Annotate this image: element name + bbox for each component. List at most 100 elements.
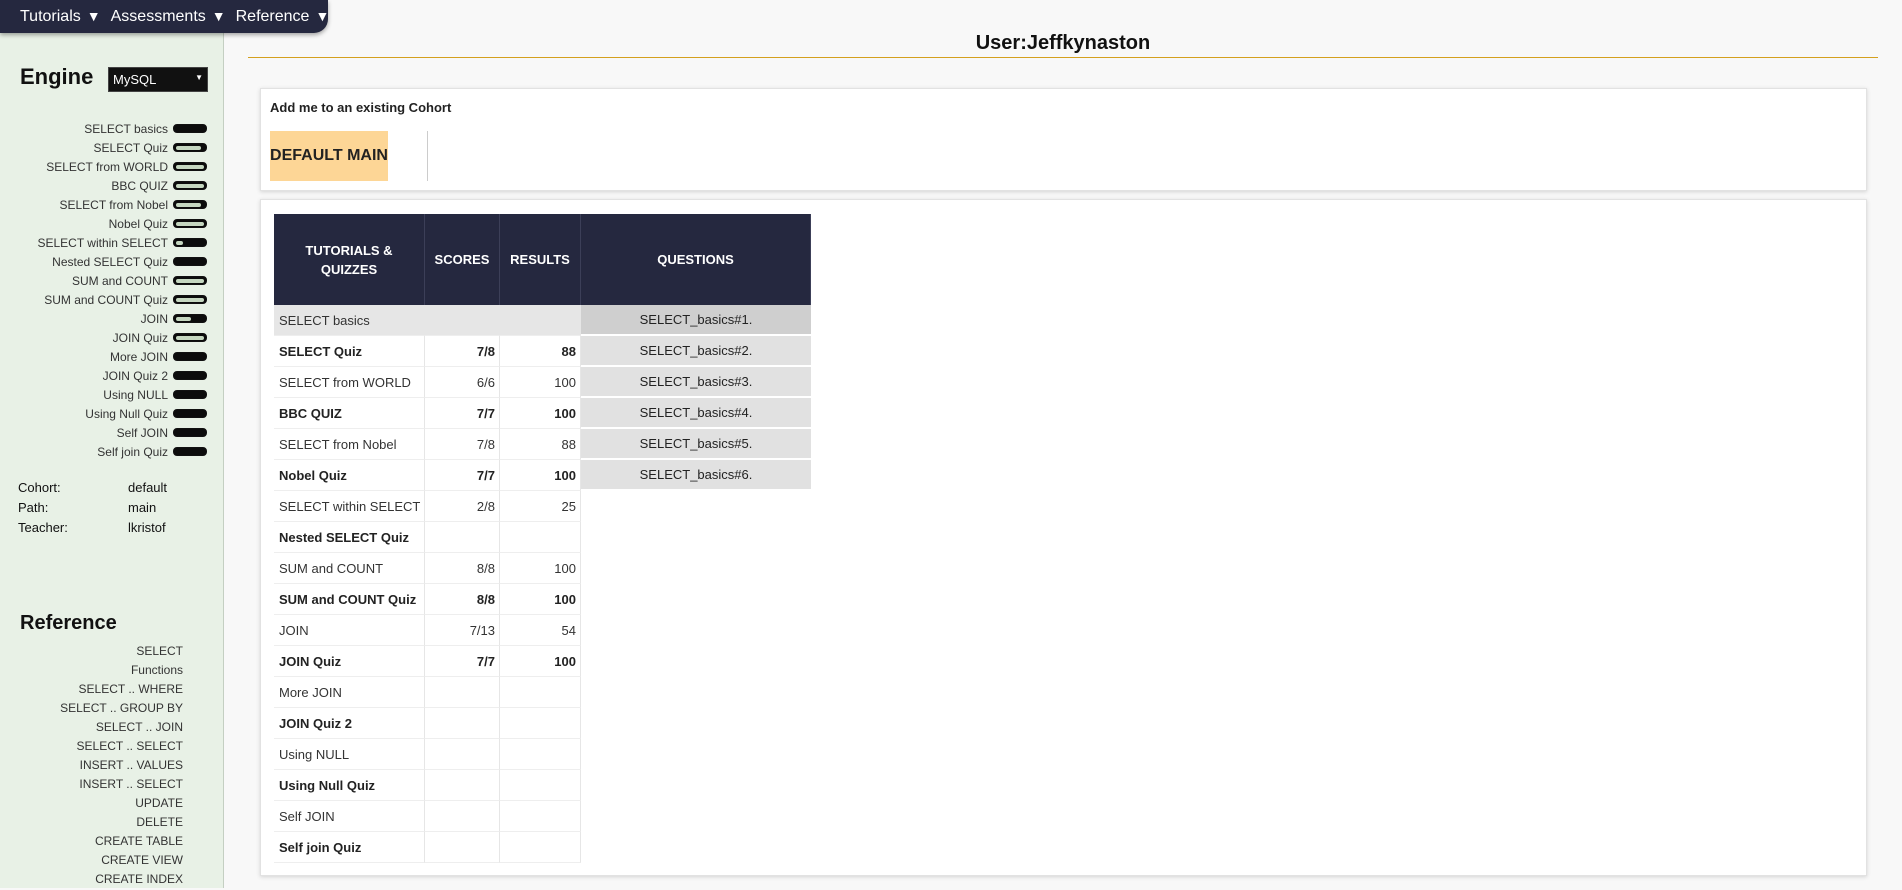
tutorial-name-cell[interactable]: Nested SELECT Quiz	[274, 522, 425, 553]
tutorial-name-cell[interactable]: JOIN	[274, 615, 425, 646]
tutorial-name-cell[interactable]: JOIN Quiz 2	[274, 708, 425, 739]
header-tutorials-line1: TUTORIALS &	[305, 242, 393, 258]
tutorial-label[interactable]: More JOIN	[110, 350, 168, 364]
tutorial-item[interactable]: SUM and COUNT Quiz	[38, 290, 207, 309]
tutorial-name-cell[interactable]: SUM and COUNT	[274, 553, 425, 584]
tutorial-label[interactable]: SELECT within SELECT	[38, 236, 169, 250]
table-row[interactable]: SUM and COUNT 8/8 100	[274, 553, 811, 584]
tutorial-label[interactable]: Self join Quiz	[97, 445, 168, 459]
tutorial-item[interactable]: Nobel Quiz	[38, 214, 207, 233]
tutorial-item[interactable]: SELECT from Nobel	[38, 195, 207, 214]
tutorial-label[interactable]: JOIN Quiz 2	[103, 369, 168, 383]
tutorial-name-cell[interactable]: SUM and COUNT Quiz	[274, 584, 425, 615]
table-row[interactable]: JOIN Quiz 7/7 100	[274, 646, 811, 677]
tutorial-name-cell[interactable]: Self JOIN	[274, 801, 425, 832]
tutorial-item[interactable]: JOIN Quiz 2	[38, 366, 207, 385]
tutorial-name-cell[interactable]: SELECT from Nobel	[274, 429, 425, 460]
tutorial-label[interactable]: Self JOIN	[117, 426, 168, 440]
table-row[interactable]: JOIN Quiz 2	[274, 708, 811, 739]
header-questions: QUESTIONS	[581, 214, 811, 305]
progress-bar	[173, 238, 207, 247]
table-row[interactable]: SUM and COUNT Quiz 8/8 100	[274, 584, 811, 615]
tutorial-label[interactable]: SELECT Quiz	[94, 141, 168, 155]
default-main-button[interactable]: DEFAULT MAIN	[270, 131, 388, 181]
tutorial-name-cell[interactable]: Using NULL	[274, 739, 425, 770]
table-row[interactable]: Using Null Quiz	[274, 770, 811, 801]
question-link[interactable]: SELECT_basics#4.	[581, 398, 811, 427]
table-row[interactable]: More JOIN	[274, 677, 811, 708]
reference-link[interactable]: UPDATE	[60, 795, 183, 814]
reference-link[interactable]: SELECT .. JOIN	[60, 719, 183, 738]
question-link[interactable]: SELECT_basics#3.	[581, 367, 811, 396]
tutorial-label[interactable]: Nested SELECT Quiz	[52, 255, 168, 269]
reference-link[interactable]: Functions	[60, 662, 183, 681]
tutorial-label[interactable]: BBC QUIZ	[111, 179, 168, 193]
reference-link[interactable]: SELECT .. WHERE	[60, 681, 183, 700]
info-key: Teacher:	[18, 520, 68, 535]
tutorial-name-cell[interactable]: Using Null Quiz	[274, 770, 425, 801]
progress-bar	[173, 124, 207, 133]
reference-link[interactable]: CREATE VIEW	[60, 852, 183, 871]
tutorial-item[interactable]: SELECT within SELECT	[38, 233, 207, 252]
reference-link[interactable]: SELECT .. SELECT	[60, 738, 183, 757]
result-cell: 54	[500, 615, 581, 646]
tutorial-item[interactable]: SELECT Quiz	[38, 138, 207, 157]
table-row[interactable]: JOIN 7/13 54	[274, 615, 811, 646]
reference-link[interactable]: CREATE TABLE	[60, 833, 183, 852]
tutorial-item[interactable]: Self JOIN	[38, 423, 207, 442]
reference-link[interactable]: INSERT .. SELECT	[60, 776, 183, 795]
tutorial-name-cell[interactable]: SELECT within SELECT	[274, 491, 425, 522]
tutorial-item[interactable]: SELECT from WORLD	[38, 157, 207, 176]
tutorial-item[interactable]: SUM and COUNT	[38, 271, 207, 290]
cohort-info: Cohort: default Path: main Teacher: lkristof	[18, 480, 167, 540]
tutorial-item[interactable]: JOIN Quiz	[38, 328, 207, 347]
tutorial-label[interactable]: SELECT from WORLD	[46, 160, 168, 174]
score-cell: 7/8	[425, 429, 500, 460]
tutorial-label[interactable]: SUM and COUNT Quiz	[44, 293, 168, 307]
tutorial-label[interactable]: Nobel Quiz	[109, 217, 168, 231]
tutorial-label[interactable]: JOIN	[141, 312, 168, 326]
question-link[interactable]: SELECT_basics#6.	[581, 460, 811, 489]
nav-assessments[interactable]: Assessments ▼	[111, 8, 226, 26]
nav-reference[interactable]: Reference ▼	[236, 8, 330, 26]
tutorial-name-cell[interactable]: SELECT Quiz	[274, 336, 425, 367]
tutorial-label[interactable]: Using NULL	[103, 388, 168, 402]
tutorial-item[interactable]: SELECT basics	[38, 119, 207, 138]
tutorial-label[interactable]: JOIN Quiz	[113, 331, 168, 345]
tutorial-name-cell[interactable]: Nobel Quiz	[274, 460, 425, 491]
tutorial-item[interactable]: Using NULL	[38, 385, 207, 404]
tutorial-name-cell[interactable]: More JOIN	[274, 677, 425, 708]
reference-link[interactable]: SELECT .. GROUP BY	[60, 700, 183, 719]
tutorial-label[interactable]: Using Null Quiz	[85, 407, 168, 421]
question-link[interactable]: SELECT_basics#2.	[581, 336, 811, 365]
tutorial-name-cell[interactable]: SELECT from WORLD	[274, 367, 425, 398]
tutorial-item[interactable]: Self join Quiz	[38, 442, 207, 461]
tutorial-label[interactable]: SELECT basics	[84, 122, 168, 136]
engine-select[interactable]: MySQL ▼	[108, 67, 208, 92]
tutorial-item[interactable]: JOIN	[38, 309, 207, 328]
table-row[interactable]: Nested SELECT Quiz	[274, 522, 811, 553]
tutorial-name-cell[interactable]: SELECT basics	[274, 305, 425, 336]
question-link[interactable]: SELECT_basics#5.	[581, 429, 811, 458]
tutorial-name-cell[interactable]: BBC QUIZ	[274, 398, 425, 429]
reference-link[interactable]: CREATE INDEX	[60, 871, 183, 890]
tutorial-label[interactable]: SELECT from Nobel	[60, 198, 169, 212]
table-row[interactable]: Self join Quiz	[274, 832, 811, 863]
reference-link[interactable]: DELETE	[60, 814, 183, 833]
question-link[interactable]: SELECT_basics#1.	[581, 305, 811, 334]
tutorial-item[interactable]: More JOIN	[38, 347, 207, 366]
nav-tutorials[interactable]: Tutorials ▼	[20, 8, 101, 26]
table-row[interactable]: Self JOIN	[274, 801, 811, 832]
reference-link[interactable]: SELECT	[60, 643, 183, 662]
reference-link[interactable]: INSERT .. VALUES	[60, 757, 183, 776]
tutorial-name-cell[interactable]: JOIN Quiz	[274, 646, 425, 677]
result-cell: 100	[500, 367, 581, 398]
tutorial-label[interactable]: SUM and COUNT	[72, 274, 168, 288]
tutorial-item[interactable]: Using Null Quiz	[38, 404, 207, 423]
header-results: RESULTS	[500, 214, 581, 305]
table-row[interactable]: SELECT within SELECT 2/8 25	[274, 491, 811, 522]
tutorial-item[interactable]: BBC QUIZ	[38, 176, 207, 195]
tutorial-name-cell[interactable]: Self join Quiz	[274, 832, 425, 863]
tutorial-item[interactable]: Nested SELECT Quiz	[38, 252, 207, 271]
table-row[interactable]: Using NULL	[274, 739, 811, 770]
